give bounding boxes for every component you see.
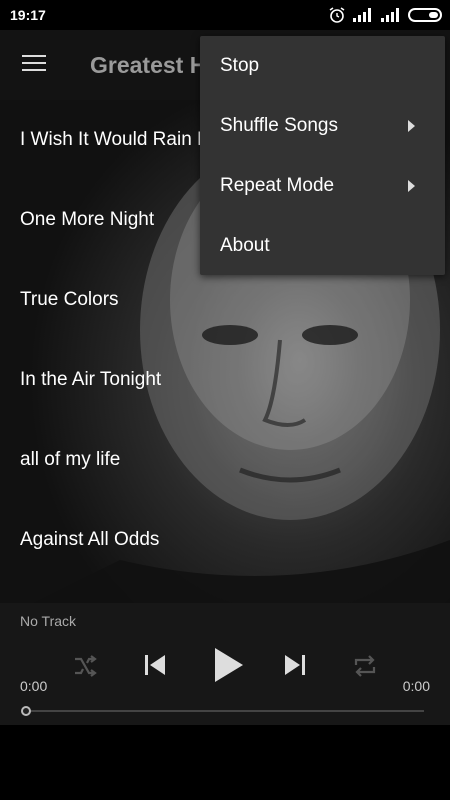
list-item[interactable]: all of my life: [0, 420, 450, 500]
previous-icon[interactable]: [141, 651, 169, 679]
song-title: all of my life: [20, 449, 121, 470]
list-item[interactable]: In the Air Tonight: [0, 340, 450, 420]
total-time: 0:00: [402, 678, 430, 694]
seek-bar[interactable]: [26, 710, 424, 712]
overflow-menu: Stop Shuffle Songs Repeat Mode About: [200, 36, 445, 275]
menu-item-repeat-mode[interactable]: Repeat Mode: [200, 156, 445, 216]
status-time: 19:17: [10, 7, 46, 23]
status-icons: [328, 6, 442, 24]
submenu-arrow-icon: [408, 120, 415, 132]
song-title: One More Night: [20, 209, 155, 230]
play-icon[interactable]: [210, 645, 246, 685]
menu-item-label: Stop: [220, 55, 260, 76]
bottom-strip: [0, 725, 450, 800]
player-bar: No Track 0:00 0:00: [0, 603, 450, 725]
menu-item-label: About: [220, 235, 270, 256]
now-playing-label: No Track: [20, 613, 77, 629]
seek-thumb[interactable]: [21, 706, 31, 716]
song-title: True Colors: [20, 289, 119, 310]
list-item[interactable]: Against All Odds: [0, 500, 450, 580]
submenu-arrow-icon: [408, 180, 415, 192]
song-title: Against All Odds: [20, 529, 160, 550]
player-controls: [0, 643, 450, 689]
signal-icon: [353, 8, 371, 22]
menu-item-label: Repeat Mode: [220, 175, 335, 196]
repeat-icon[interactable]: [351, 653, 379, 679]
alarm-icon: [329, 7, 345, 23]
next-icon[interactable]: [281, 651, 309, 679]
signal-icon: [381, 8, 399, 22]
hamburger-menu-icon[interactable]: [22, 55, 46, 73]
battery-icon: [408, 8, 442, 22]
menu-item-shuffle-songs[interactable]: Shuffle Songs: [200, 96, 445, 156]
status-bar: 19:17: [0, 0, 450, 30]
elapsed-time: 0:00: [20, 678, 48, 694]
song-title: In the Air Tonight: [20, 369, 162, 390]
menu-item-stop[interactable]: Stop: [200, 36, 445, 96]
menu-item-about[interactable]: About: [200, 216, 445, 276]
menu-item-label: Shuffle Songs: [220, 115, 338, 136]
shuffle-icon[interactable]: [72, 653, 98, 679]
